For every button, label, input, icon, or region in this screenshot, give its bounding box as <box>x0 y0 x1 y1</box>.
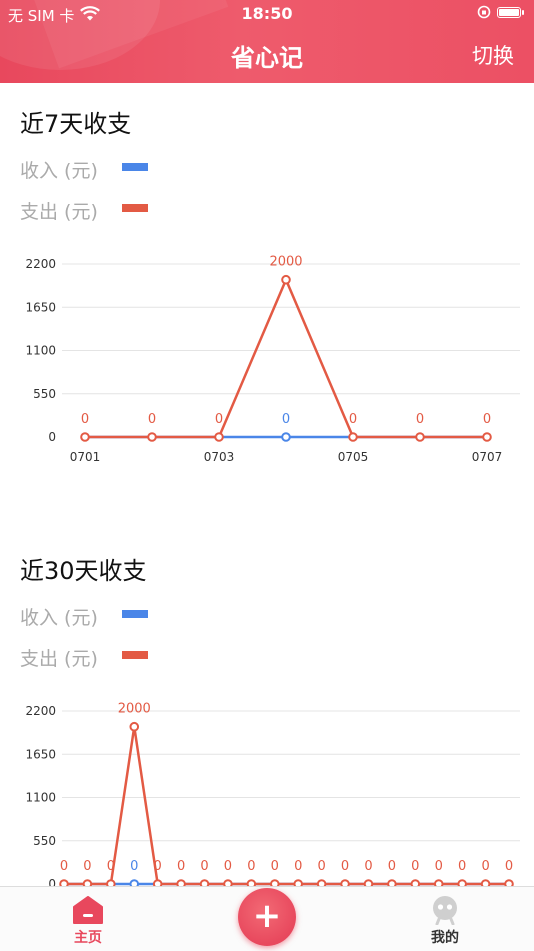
data-label-income: 0 <box>130 859 138 874</box>
x-tick-label: 0703 <box>204 450 235 464</box>
section-title-30days: 近30天收支 <box>20 557 147 585</box>
data-label-expense: 0 <box>416 412 424 427</box>
data-point-expense <box>147 432 157 442</box>
page-title: 省心记 <box>231 44 303 72</box>
data-label-expense: 0 <box>148 412 156 427</box>
tab-home-label: 主页 <box>74 930 102 946</box>
data-label-expense: 0 <box>215 412 223 427</box>
legend-income-swatch-2 <box>122 610 148 618</box>
legend-income-swatch <box>122 163 148 171</box>
data-label-expense: 0 <box>81 412 89 427</box>
legend-expense-swatch-2 <box>122 651 148 659</box>
y-tick-label: 2200 <box>25 257 56 271</box>
status-bar: 无 SIM 卡 18:50 <box>0 0 534 28</box>
data-label-expense: 0 <box>364 859 372 874</box>
y-tick-label: 1100 <box>25 791 56 805</box>
data-label-expense: 0 <box>83 859 91 874</box>
tab-mine[interactable]: 我的 <box>405 895 485 947</box>
tab-mine-label: 我的 <box>431 930 459 946</box>
data-label-expense: 0 <box>411 859 419 874</box>
data-point-expense <box>214 432 224 442</box>
y-tick-label: 1100 <box>25 344 56 358</box>
data-label-expense: 0 <box>294 859 302 874</box>
tab-home[interactable]: 主页 <box>48 895 128 947</box>
data-label-expense: 0 <box>481 859 489 874</box>
x-tick-label: 0707 <box>472 450 503 464</box>
clock: 18:50 <box>241 4 293 23</box>
y-tick-label: 0 <box>48 430 56 444</box>
chart-7days: 0 550 1100 1650 2200 0701 0703 0705 0707 0 0 0 0 2000… <box>25 255 520 464</box>
y-tick-label: 550 <box>33 834 56 848</box>
data-point-expense <box>348 432 358 442</box>
data-label-expense: 0 <box>458 859 466 874</box>
x-tick-label: 0701 <box>70 450 101 464</box>
chart-30days: 055011001650220000 0 020000 0 0 0 0 0 0 0 0 0 0 0 0 0 0 0 <box>25 702 520 887</box>
data-point-income <box>281 432 291 442</box>
home-icon <box>73 896 103 924</box>
data-point-expense <box>415 432 425 442</box>
data-point-expense <box>129 721 140 732</box>
data-point-expense <box>482 432 492 442</box>
y-tick-label: 2200 <box>25 704 56 718</box>
legend-expense-label-2: 支出 (元) <box>20 648 98 670</box>
data-label-expense: 0 <box>107 859 115 874</box>
x-tick-label: 0705 <box>338 450 369 464</box>
data-label-expense: 0 <box>317 859 325 874</box>
switch-button[interactable]: 切换 <box>472 40 514 70</box>
data-label-expense: 2000 <box>269 255 302 270</box>
data-label-expense: 0 <box>177 859 185 874</box>
avatar-icon <box>433 896 457 925</box>
data-label-expense: 0 <box>349 412 357 427</box>
data-label-expense: 0 <box>341 859 349 874</box>
data-label-expense: 0 <box>505 859 513 874</box>
data-label-expense: 0 <box>154 859 162 874</box>
legend-expense-swatch <box>122 204 148 212</box>
data-label-expense: 0 <box>200 859 208 874</box>
add-record-button[interactable]: + <box>238 888 296 946</box>
data-label-expense: 0 <box>224 859 232 874</box>
rotation-lock-icon <box>477 5 491 23</box>
legend-income-label-2: 收入 (元) <box>20 607 98 629</box>
y-tick-label: 550 <box>33 387 56 401</box>
data-label-expense: 0 <box>435 859 443 874</box>
y-tick-label: 1650 <box>25 300 56 314</box>
data-point-expense <box>80 432 90 442</box>
data-label-expense: 0 <box>247 859 255 874</box>
legend-expense-label: 支出 (元) <box>20 201 98 223</box>
data-point-expense <box>281 274 291 285</box>
section-title-7days: 近7天收支 <box>20 110 132 138</box>
data-label-expense: 0 <box>483 412 491 427</box>
data-label-expense: 0 <box>60 859 68 874</box>
legend-income-label: 收入 (元) <box>20 160 98 182</box>
app-header: 无 SIM 卡 18:50 省心记 切换 <box>0 0 534 83</box>
battery-icon <box>497 7 524 18</box>
data-label-income: 0 <box>282 412 290 427</box>
data-label-expense: 0 <box>388 859 396 874</box>
data-label-expense: 0 <box>271 859 279 874</box>
y-tick-label: 1650 <box>25 747 56 761</box>
data-label-expense: 2000 <box>118 702 151 717</box>
